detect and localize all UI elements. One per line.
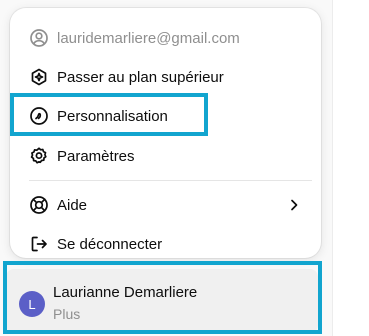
user-circle-icon [29,28,49,48]
menu-email-label: lauridemarliere@gmail.com [57,29,240,47]
menu-item-settings[interactable]: Paramètres [10,137,321,175]
upgrade-sparkle-icon [29,67,49,87]
gear-icon [29,146,49,166]
menu-separator [29,180,312,181]
main-area [334,0,369,336]
menu-item-label: Se déconnecter [57,235,163,253]
highlight-box-account [3,261,322,334]
highlight-box-personalization [10,93,208,136]
menu-item-label: Aide [57,196,88,214]
sidebar-divider [332,0,333,336]
menu-email-row: lauridemarliere@gmail.com [10,19,321,57]
menu-item-logout[interactable]: Se déconnecter [10,225,321,263]
logout-icon [29,234,49,254]
menu-item-label: Paramètres [57,147,135,165]
lifebuoy-icon [29,195,49,215]
menu-item-label: Passer au plan supérieur [57,68,224,86]
menu-item-upgrade[interactable]: Passer au plan supérieur [10,58,321,96]
menu-item-help[interactable]: Aide [10,186,321,224]
chevron-right-icon [287,198,301,212]
